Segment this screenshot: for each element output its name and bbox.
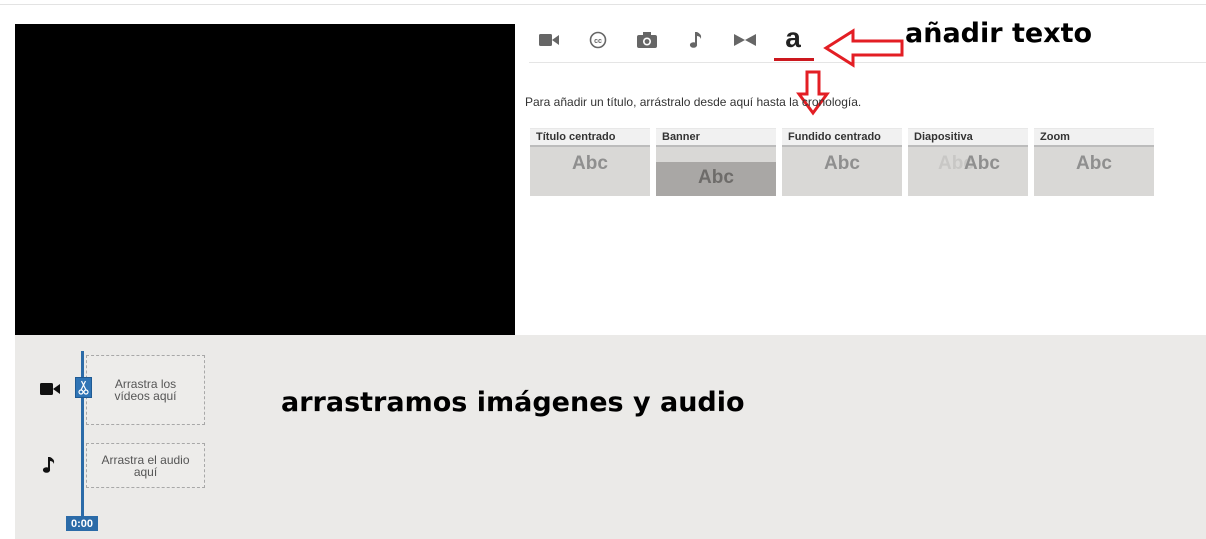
card-label: Zoom [1040, 131, 1070, 143]
title-style-banner[interactable]: Banner Abc [656, 128, 776, 196]
video-drop-zone[interactable]: Arrastra los vídeos aquí [86, 355, 205, 425]
audio-track-icon [42, 456, 56, 479]
text-tab-label: a [785, 22, 801, 53]
audio-drop-label: Arrastra el audio aquí [101, 452, 190, 479]
title-instruction: Para añadir un título, arrástralo desde … [525, 95, 862, 109]
photo-camera-icon [637, 32, 657, 48]
video-drop-label: Arrastra los vídeos aquí [114, 377, 177, 403]
audio-drop-zone[interactable]: Arrastra el audio aquí [86, 443, 205, 488]
card-sample: Abc [824, 153, 860, 174]
top-divider [0, 4, 1206, 5]
tab-captions[interactable]: cc [581, 22, 615, 58]
card-label: Diapositiva [914, 131, 973, 143]
tab-photos[interactable] [630, 22, 664, 58]
tab-audio[interactable] [679, 22, 713, 58]
annotation-arrow-left-icon [823, 28, 904, 68]
tab-transitions[interactable] [728, 22, 762, 58]
card-sample: Abc [572, 153, 608, 174]
title-style-slide[interactable]: Diapositiva Abc Abc [908, 128, 1028, 196]
title-style-centered[interactable]: Título centrado Abc [530, 128, 650, 196]
card-label: Banner [662, 131, 700, 143]
tab-text[interactable]: a [776, 20, 810, 56]
video-track-icon [40, 382, 60, 401]
transitions-icon [734, 34, 756, 46]
annotation-drag-hint: arrastramos imágenes y audio [281, 387, 745, 418]
annotation-add-text: añadir texto [905, 18, 1093, 49]
card-label: Título centrado [536, 131, 616, 143]
card-sample: Abc [964, 153, 1000, 174]
current-time: 0:00 [66, 516, 98, 531]
scissors-icon [78, 380, 89, 395]
card-sample: Abc [1076, 153, 1112, 174]
card-sample: Abc [698, 167, 734, 188]
svg-text:cc: cc [594, 38, 602, 45]
title-style-fade-centered[interactable]: Fundido centrado Abc [782, 128, 902, 196]
closed-captions-icon: cc [589, 31, 607, 49]
tab-video[interactable] [532, 22, 566, 58]
title-style-zoom[interactable]: Zoom Abc [1034, 128, 1154, 196]
music-note-icon [689, 31, 703, 49]
playhead-handle[interactable] [75, 377, 92, 398]
card-label: Fundido centrado [788, 131, 881, 143]
video-camera-icon [539, 33, 559, 47]
annotation-arrow-down-icon [796, 70, 830, 116]
active-tab-indicator [774, 58, 814, 61]
video-preview [15, 24, 515, 335]
